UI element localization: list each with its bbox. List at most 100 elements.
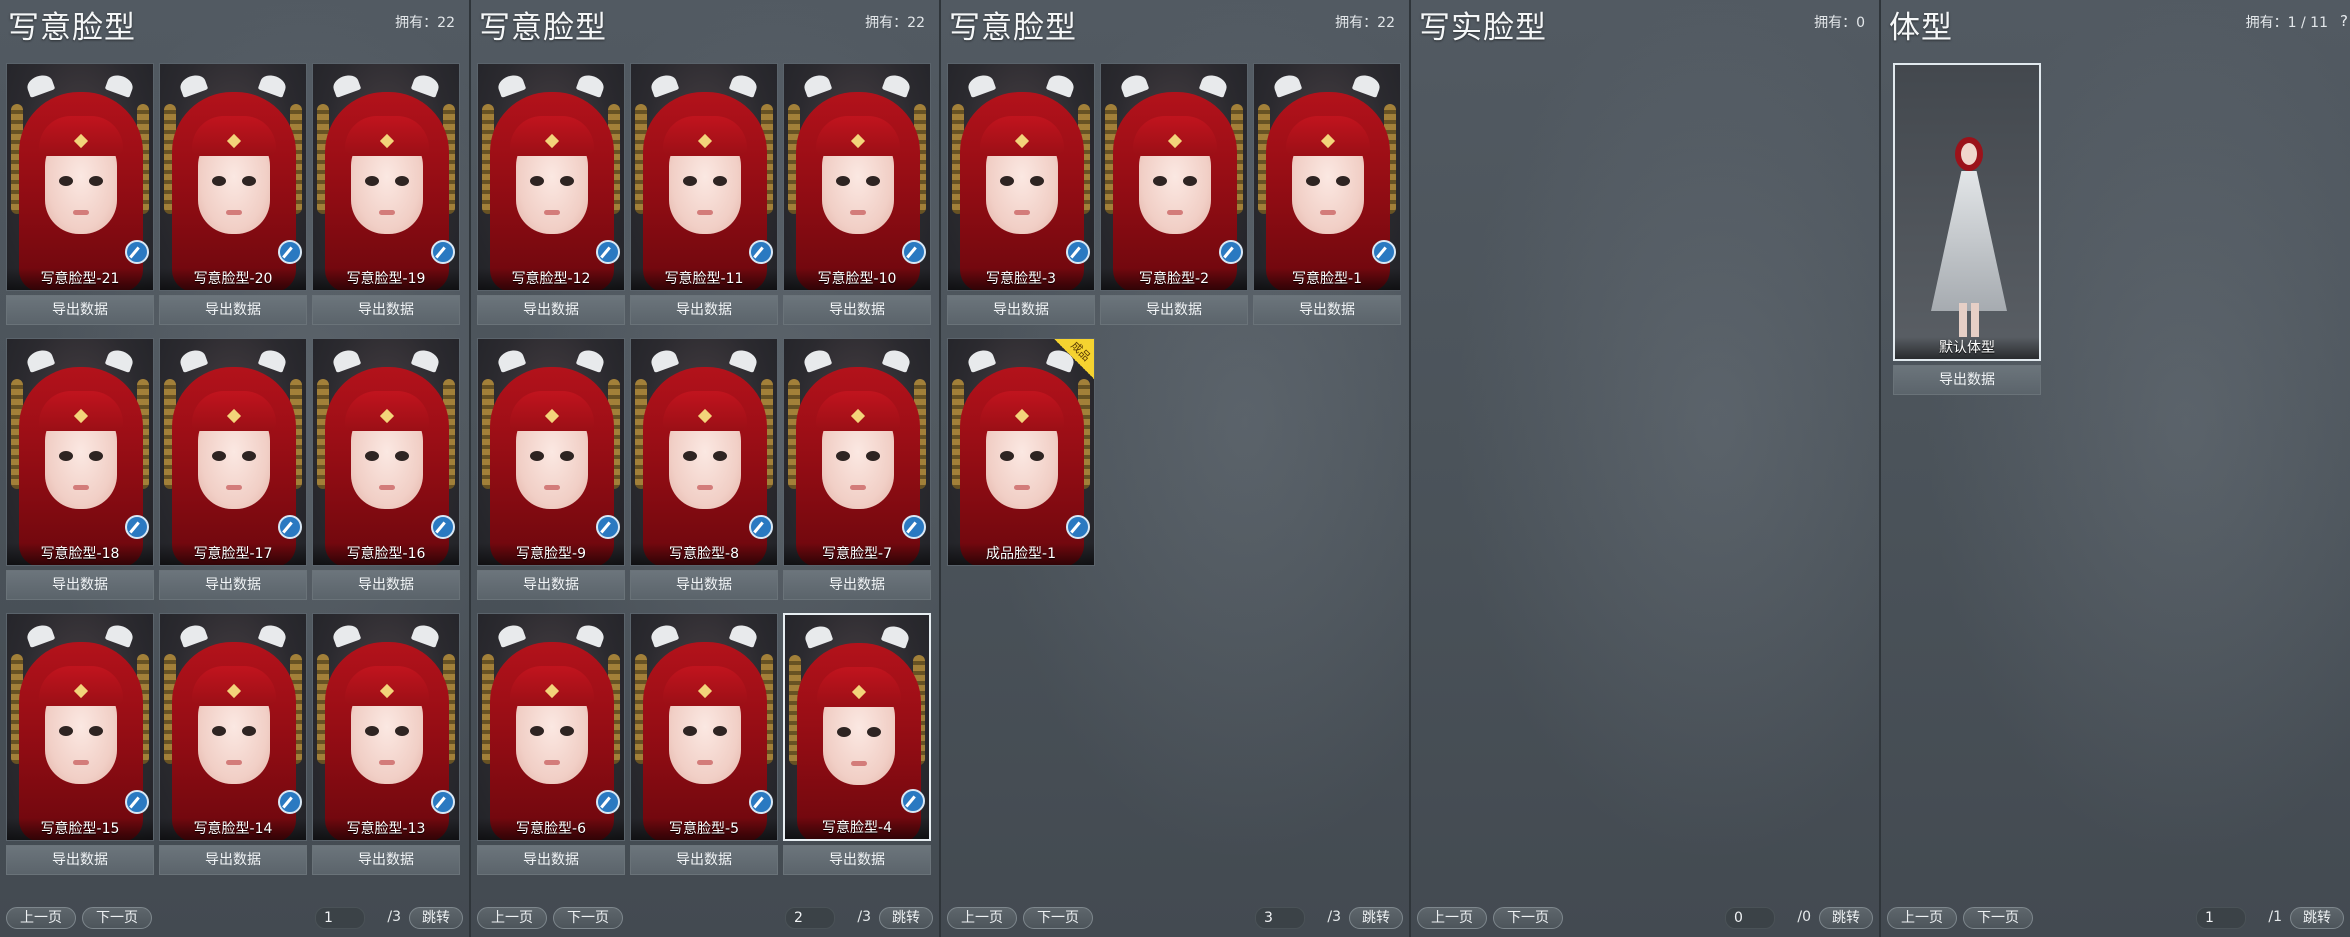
face-thumbnail[interactable]: 写意脸型-8 — [630, 338, 778, 566]
edit-icon[interactable] — [1372, 240, 1396, 264]
face-card[interactable]: 写意脸型-16 导出数据 — [312, 338, 460, 600]
edit-icon[interactable] — [749, 240, 773, 264]
page-input[interactable]: 1 — [2196, 907, 2246, 929]
export-data-button[interactable]: 导出数据 — [312, 845, 460, 875]
jump-button[interactable]: 跳转 — [879, 907, 933, 929]
face-card[interactable]: 写意脸型-1 导出数据 — [1253, 63, 1401, 325]
edit-icon[interactable] — [125, 790, 149, 814]
export-data-button[interactable]: 导出数据 — [947, 295, 1095, 325]
face-card[interactable]: 写意脸型-15 导出数据 — [6, 613, 154, 875]
face-card[interactable]: 写意脸型-18 导出数据 — [6, 338, 154, 600]
face-thumbnail[interactable]: 写意脸型-16 — [312, 338, 460, 566]
edit-icon[interactable] — [1066, 515, 1090, 539]
face-card[interactable]: 写意脸型-21 导出数据 — [6, 63, 154, 325]
edit-icon[interactable] — [596, 515, 620, 539]
edit-icon[interactable] — [596, 790, 620, 814]
face-card[interactable]: 写意脸型-20 导出数据 — [159, 63, 307, 325]
jump-button[interactable]: 跳转 — [1349, 907, 1403, 929]
next-page-button[interactable]: 下一页 — [1023, 907, 1093, 929]
export-data-button[interactable]: 导出数据 — [312, 295, 460, 325]
edit-icon[interactable] — [431, 515, 455, 539]
edit-icon[interactable] — [125, 240, 149, 264]
face-card[interactable]: 写意脸型-5 导出数据 — [630, 613, 778, 875]
export-data-button[interactable]: 导出数据 — [477, 295, 625, 325]
export-data-button[interactable]: 导出数据 — [1893, 365, 2041, 395]
face-card[interactable]: 写意脸型-6 导出数据 — [477, 613, 625, 875]
export-data-button[interactable]: 导出数据 — [159, 845, 307, 875]
jump-button[interactable]: 跳转 — [2290, 907, 2344, 929]
help-icon[interactable]: ? — [2340, 12, 2348, 30]
face-card-selected[interactable]: 写意脸型-4 导出数据 — [783, 613, 931, 875]
face-thumbnail[interactable]: 写意脸型-19 — [312, 63, 460, 291]
face-card[interactable]: 写意脸型-11 导出数据 — [630, 63, 778, 325]
export-data-button[interactable]: 导出数据 — [1253, 295, 1401, 325]
face-card[interactable]: 写意脸型-3 导出数据 — [947, 63, 1095, 325]
face-thumbnail[interactable]: 写意脸型-18 — [6, 338, 154, 566]
edit-icon[interactable] — [902, 240, 926, 264]
edit-icon[interactable] — [1066, 240, 1090, 264]
face-thumbnail[interactable]: 写意脸型-6 — [477, 613, 625, 841]
face-thumbnail[interactable]: 成品 成品脸型-1 — [947, 338, 1095, 566]
edit-icon[interactable] — [902, 515, 926, 539]
face-thumbnail[interactable]: 写意脸型-15 — [6, 613, 154, 841]
edit-icon[interactable] — [749, 790, 773, 814]
face-card[interactable]: 写意脸型-10 导出数据 — [783, 63, 931, 325]
jump-button[interactable]: 跳转 — [1819, 907, 1873, 929]
next-page-button[interactable]: 下一页 — [82, 907, 152, 929]
face-card[interactable]: 写意脸型-2 导出数据 — [1100, 63, 1248, 325]
export-data-button[interactable]: 导出数据 — [783, 570, 931, 600]
page-input[interactable]: 1 — [315, 907, 365, 929]
face-card[interactable]: 成品 成品脸型-1 — [947, 338, 1095, 566]
face-thumbnail[interactable]: 写意脸型-1 — [1253, 63, 1401, 291]
next-page-button[interactable]: 下一页 — [1493, 907, 1563, 929]
face-card[interactable]: 写意脸型-17 导出数据 — [159, 338, 307, 600]
next-page-button[interactable]: 下一页 — [1963, 907, 2033, 929]
export-data-button[interactable]: 导出数据 — [477, 845, 625, 875]
prev-page-button[interactable]: 上一页 — [6, 907, 76, 929]
face-thumbnail[interactable]: 写意脸型-5 — [630, 613, 778, 841]
face-card[interactable]: 写意脸型-12 导出数据 — [477, 63, 625, 325]
export-data-button[interactable]: 导出数据 — [6, 845, 154, 875]
prev-page-button[interactable]: 上一页 — [1887, 907, 1957, 929]
export-data-button[interactable]: 导出数据 — [6, 295, 154, 325]
export-data-button[interactable]: 导出数据 — [6, 570, 154, 600]
export-data-button[interactable]: 导出数据 — [1100, 295, 1248, 325]
face-thumbnail[interactable]: 写意脸型-13 — [312, 613, 460, 841]
page-input[interactable]: 2 — [785, 907, 835, 929]
export-data-button[interactable]: 导出数据 — [477, 570, 625, 600]
edit-icon[interactable] — [431, 240, 455, 264]
face-thumbnail[interactable]: 写意脸型-11 — [630, 63, 778, 291]
face-card[interactable]: 写意脸型-14 导出数据 — [159, 613, 307, 875]
body-card-selected[interactable]: 默认体型 导出数据 — [1893, 63, 2041, 395]
face-card[interactable]: 写意脸型-9 导出数据 — [477, 338, 625, 600]
edit-icon[interactable] — [431, 790, 455, 814]
export-data-button[interactable]: 导出数据 — [783, 295, 931, 325]
export-data-button[interactable]: 导出数据 — [630, 295, 778, 325]
face-thumbnail[interactable]: 写意脸型-14 — [159, 613, 307, 841]
next-page-button[interactable]: 下一页 — [553, 907, 623, 929]
page-input[interactable]: 0 — [1725, 907, 1775, 929]
face-thumbnail[interactable]: 写意脸型-20 — [159, 63, 307, 291]
face-card[interactable]: 写意脸型-7 导出数据 — [783, 338, 931, 600]
face-card[interactable]: 写意脸型-19 导出数据 — [312, 63, 460, 325]
face-thumbnail[interactable]: 写意脸型-7 — [783, 338, 931, 566]
face-thumbnail[interactable]: 写意脸型-3 — [947, 63, 1095, 291]
page-input[interactable]: 3 — [1255, 907, 1305, 929]
jump-button[interactable]: 跳转 — [409, 907, 463, 929]
edit-icon[interactable] — [1219, 240, 1243, 264]
edit-icon[interactable] — [749, 515, 773, 539]
face-thumbnail[interactable]: 写意脸型-10 — [783, 63, 931, 291]
export-data-button[interactable]: 导出数据 — [630, 570, 778, 600]
export-data-button[interactable]: 导出数据 — [630, 845, 778, 875]
face-thumbnail[interactable]: 写意脸型-12 — [477, 63, 625, 291]
edit-icon[interactable] — [596, 240, 620, 264]
prev-page-button[interactable]: 上一页 — [947, 907, 1017, 929]
edit-icon[interactable] — [901, 789, 925, 813]
edit-icon[interactable] — [125, 515, 149, 539]
edit-icon[interactable] — [278, 240, 302, 264]
face-thumbnail[interactable]: 写意脸型-21 — [6, 63, 154, 291]
face-thumbnail[interactable]: 写意脸型-4 — [783, 613, 931, 841]
export-data-button[interactable]: 导出数据 — [783, 845, 931, 875]
face-thumbnail[interactable]: 写意脸型-2 — [1100, 63, 1248, 291]
face-thumbnail[interactable]: 写意脸型-17 — [159, 338, 307, 566]
